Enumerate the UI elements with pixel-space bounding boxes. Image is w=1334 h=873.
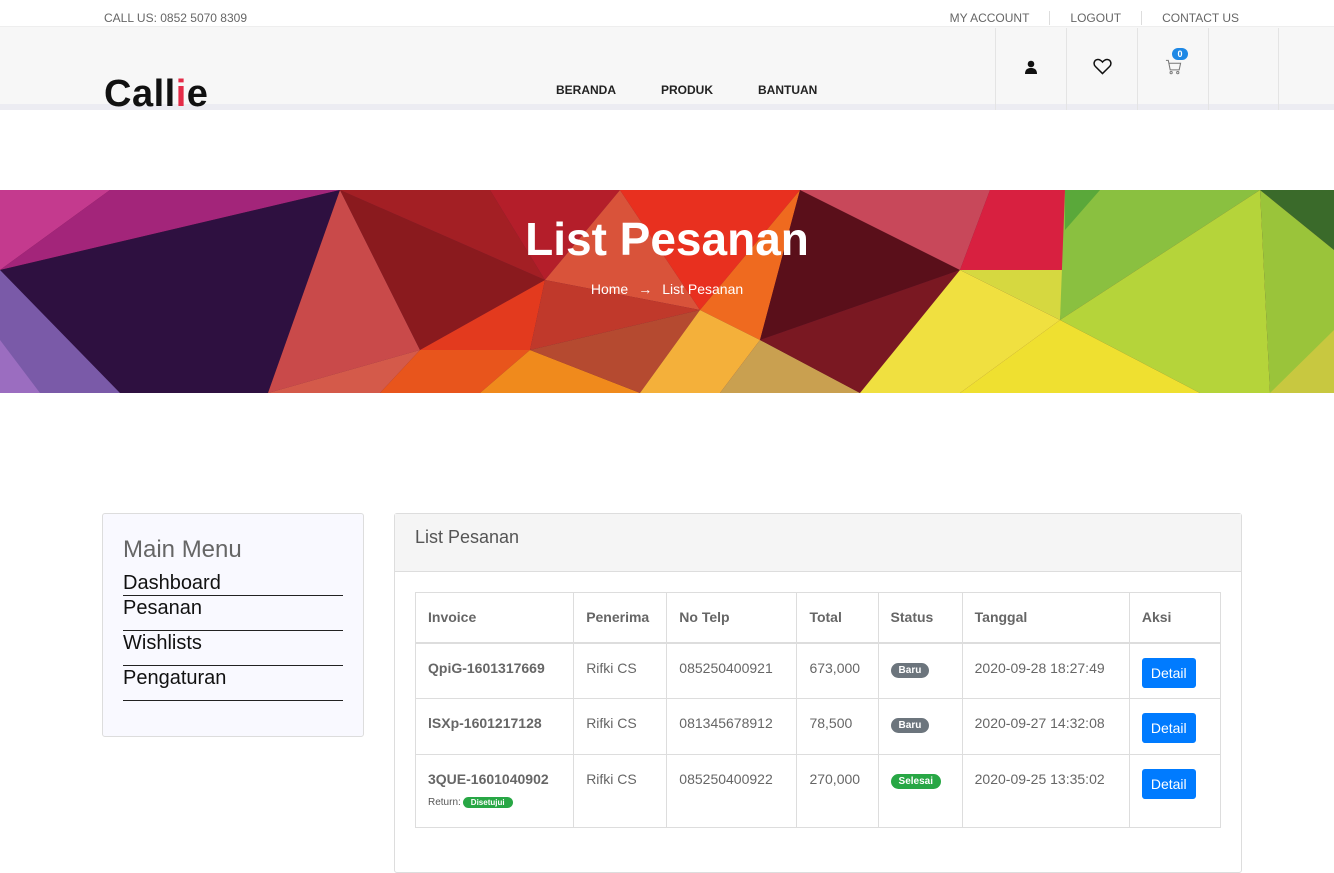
sidebar-item-dashboard[interactable]: Dashboard: [123, 571, 343, 596]
logo-text-accent: i: [175, 73, 187, 115]
col-no-telp: No Telp: [666, 592, 798, 644]
cart-count-badge: 0: [1172, 48, 1188, 60]
tanggal-cell: 2020-09-28 18:27:49: [961, 642, 1130, 699]
sidebar-title: Main Menu: [123, 536, 242, 563]
logo-text-end: e: [186, 73, 209, 115]
col-aksi: Aksi: [1128, 592, 1222, 644]
table-row: 3QUE-1601040902 Return: Disetujui Rifki C…: [414, 754, 1222, 828]
telp-cell: 081345678912: [666, 698, 798, 755]
detail-button[interactable]: Detail: [1141, 657, 1196, 688]
sidebar-menu: Main Menu Dashboard Pesanan Wishlists Pe…: [102, 513, 364, 737]
header-icons: 0: [995, 28, 1279, 110]
col-invoice: Invoice: [414, 592, 575, 644]
return-label: Return:: [428, 797, 461, 808]
page-banner: List Pesanan Home → List Pesanan: [0, 190, 1334, 393]
invoice-number: 3QUE-1601040902: [428, 771, 549, 787]
user-icon: [1024, 60, 1038, 79]
nav-produk[interactable]: PRODUK: [661, 83, 713, 97]
invoice-cell: QpiG-1601317669: [414, 642, 575, 699]
table-row: lSXp-1601217128 Rifki CS 081345678912 78…: [414, 698, 1222, 755]
nav-bantuan[interactable]: BANTUAN: [758, 83, 817, 97]
col-tanggal: Tanggal: [961, 592, 1130, 644]
cart-icon: [1165, 59, 1182, 80]
header-spacer: [1208, 28, 1279, 110]
tanggal-cell: 2020-09-25 13:35:02: [961, 754, 1130, 828]
status-cell: Baru: [877, 642, 963, 699]
tanggal-cell: 2020-09-27 14:32:08: [961, 698, 1130, 755]
panel-title: List Pesanan: [395, 514, 1241, 572]
aksi-cell: Detail: [1128, 642, 1222, 699]
cart-button[interactable]: 0: [1137, 28, 1208, 110]
top-bar: CALL US: 0852 5070 8309 MY ACCOUNT LOGOU…: [0, 0, 1334, 27]
telp-cell: 085250400921: [666, 642, 798, 699]
logout-link[interactable]: LOGOUT: [1049, 11, 1141, 25]
total-cell: 270,000: [796, 754, 879, 828]
table-header-row: Invoice Penerima No Telp Total Status Ta…: [414, 592, 1222, 644]
total-cell: 673,000: [796, 642, 879, 699]
invoice-cell: lSXp-1601217128: [414, 698, 575, 755]
nav-beranda[interactable]: BERANDA: [556, 83, 616, 97]
orders-panel: List Pesanan Invoice Penerima No Telp To…: [394, 513, 1242, 873]
site-logo[interactable]: Callie: [104, 74, 208, 114]
total-cell: 78,500: [796, 698, 879, 755]
col-status: Status: [877, 592, 963, 644]
top-links: MY ACCOUNT LOGOUT CONTACT US: [950, 11, 1239, 25]
status-cell: Selesai: [877, 754, 963, 828]
sidebar-item-pesanan[interactable]: Pesanan: [123, 596, 343, 631]
penerima-cell: Rifki CS: [573, 754, 668, 828]
call-us-text: CALL US: 0852 5070 8309: [104, 11, 247, 25]
arrow-right-icon: →: [638, 281, 653, 297]
sidebar-item-pengaturan[interactable]: Pengaturan: [123, 666, 343, 701]
heart-icon: [1092, 58, 1112, 80]
account-button[interactable]: [995, 28, 1066, 110]
return-info: Return: Disetujui: [428, 795, 561, 808]
telp-cell: 085250400922: [666, 754, 798, 828]
breadcrumb: Home → List Pesanan: [0, 281, 1334, 297]
status-badge: Baru: [890, 662, 930, 678]
my-account-link[interactable]: MY ACCOUNT: [950, 11, 1050, 25]
invoice-cell: 3QUE-1601040902 Return: Disetujui: [414, 754, 575, 828]
main-nav: BERANDA PRODUK BANTUAN: [556, 83, 817, 97]
penerima-cell: Rifki CS: [573, 698, 668, 755]
detail-button[interactable]: Detail: [1141, 713, 1196, 743]
penerima-cell: Rifki CS: [573, 642, 668, 699]
logo-text-main: Call: [104, 73, 176, 115]
aksi-cell: Detail: [1128, 698, 1222, 755]
wishlist-button[interactable]: [1066, 28, 1137, 110]
page-title: List Pesanan: [525, 213, 809, 265]
table-row: QpiG-1601317669 Rifki CS 085250400921 67…: [414, 642, 1222, 699]
col-total: Total: [796, 592, 879, 644]
detail-button[interactable]: Detail: [1141, 769, 1196, 799]
breadcrumb-home[interactable]: Home: [591, 281, 628, 297]
aksi-cell: Detail: [1128, 754, 1222, 828]
status-badge: Baru: [890, 718, 930, 733]
sidebar-item-wishlists[interactable]: Wishlists: [123, 631, 343, 666]
status-cell: Baru: [877, 698, 963, 755]
orders-table: Invoice Penerima No Telp Total Status Ta…: [414, 592, 1222, 828]
contact-us-link[interactable]: CONTACT US: [1141, 11, 1239, 25]
return-status-badge: Disetujui: [462, 797, 513, 808]
breadcrumb-current: List Pesanan: [662, 281, 744, 297]
col-penerima: Penerima: [573, 592, 668, 644]
status-badge: Selesai: [890, 774, 942, 789]
